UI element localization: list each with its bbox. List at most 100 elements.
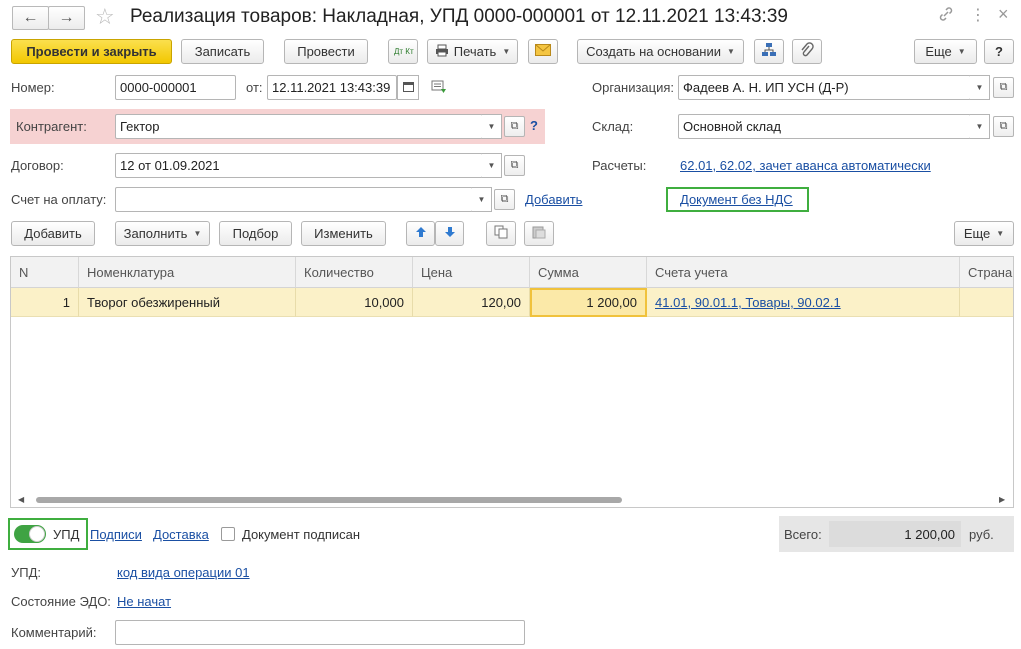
signatures-link[interactable]: Подписи <box>90 527 142 542</box>
upd-toggle[interactable] <box>14 525 46 543</box>
table-row-item[interactable]: Творог обезжиренный <box>79 288 296 317</box>
forward-button[interactable]: → <box>48 6 85 30</box>
link-icon[interactable] <box>938 6 954 27</box>
numbering-settings-icon[interactable] <box>431 80 447 97</box>
column-header-accounts[interactable]: Счета учета <box>647 257 960 288</box>
counterparty-open-button[interactable]: ⧉ <box>504 116 525 137</box>
document-signed-label: Документ подписан <box>242 527 361 542</box>
edo-status-label: Состояние ЭДО: <box>11 594 111 609</box>
total-label: Всего: <box>784 527 822 542</box>
calendar-button[interactable] <box>397 75 419 100</box>
question-icon[interactable]: ? <box>530 118 538 133</box>
table-row-price[interactable]: 120,00 <box>413 288 530 317</box>
total-value: 1 200,00 <box>829 521 961 547</box>
chevron-down-icon: ▼ <box>477 195 486 204</box>
open-form-icon: ⧉ <box>999 120 1008 132</box>
chevron-down-icon: ▼ <box>487 122 496 131</box>
invoice-field[interactable] <box>115 187 473 212</box>
table-row-sum[interactable]: 1 200,00 <box>530 288 647 317</box>
invoice-open-button[interactable]: ⧉ <box>494 189 515 210</box>
table-change-button[interactable]: Изменить <box>301 221 386 246</box>
attach-button[interactable] <box>792 39 822 64</box>
operation-code-link[interactable]: код вида операции 01 <box>117 565 250 580</box>
envelope-icon <box>535 44 551 59</box>
contract-dropdown[interactable]: ▼ <box>482 153 502 178</box>
scroll-right-icon[interactable]: ▶ <box>999 495 1005 504</box>
table-add-button[interactable]: Добавить <box>11 221 95 246</box>
post-and-close-button[interactable]: Провести и закрыть <box>11 39 172 64</box>
save-button[interactable]: Записать <box>181 39 264 64</box>
column-header-n[interactable]: N <box>11 257 79 288</box>
paste-icon <box>532 225 546 242</box>
document-signed-checkbox[interactable] <box>221 527 235 541</box>
structure-button[interactable] <box>754 39 784 64</box>
contract-open-button[interactable]: ⧉ <box>504 155 525 176</box>
close-icon[interactable]: × <box>998 4 1009 25</box>
add-invoice-link[interactable]: Добавить <box>525 192 582 207</box>
warehouse-label: Склад: <box>592 119 634 134</box>
scrollbar-thumb[interactable] <box>36 497 622 503</box>
table-row-qty[interactable]: 10,000 <box>296 288 413 317</box>
goods-table[interactable]: N Номенклатура Количество Цена Сумма Сче… <box>10 256 1014 508</box>
counterparty-dropdown[interactable]: ▼ <box>482 114 502 139</box>
counterparty-field[interactable]: Гектор <box>115 114 483 139</box>
upd-toggle-label: УПД <box>53 527 80 542</box>
currency-label: руб. <box>969 527 994 542</box>
open-form-icon: ⧉ <box>999 81 1008 93</box>
star-icon[interactable]: ☆ <box>95 4 115 30</box>
horizontal-scrollbar[interactable]: ◀ ▶ <box>12 493 1012 505</box>
invoice-dropdown[interactable]: ▼ <box>472 187 492 212</box>
email-button[interactable] <box>528 39 558 64</box>
date-label: от: <box>246 80 263 95</box>
hierarchy-icon <box>761 42 777 61</box>
more-vertical-icon[interactable]: ⋮ <box>970 5 986 25</box>
table-more-label: Еще <box>963 226 991 241</box>
warehouse-dropdown[interactable]: ▼ <box>970 114 990 139</box>
paste-button[interactable] <box>524 221 554 246</box>
column-header-price[interactable]: Цена <box>413 257 530 288</box>
column-header-country[interactable]: Страна <box>960 257 1013 288</box>
more-button[interactable]: Еще ▼ <box>914 39 977 64</box>
create-based-on-button[interactable]: Создать на основании ▼ <box>577 39 744 64</box>
more-label: Еще <box>925 44 952 59</box>
print-button[interactable]: Печать ▼ <box>427 39 518 64</box>
back-button[interactable]: ← <box>12 6 49 30</box>
accounts-link[interactable]: 41.01, 90.01.1, Товары, 90.02.1 <box>655 295 841 310</box>
move-down-button[interactable] <box>435 221 464 246</box>
edo-status-link[interactable]: Не начат <box>117 594 171 609</box>
dt-kt-button[interactable]: Дт Кт <box>388 39 418 64</box>
organization-dropdown[interactable]: ▼ <box>970 75 990 100</box>
column-header-item[interactable]: Номенклатура <box>79 257 296 288</box>
column-header-qty[interactable]: Количество <box>296 257 413 288</box>
organization-field[interactable]: Фадеев А. Н. ИП УСН (Д-Р) <box>678 75 971 100</box>
warehouse-open-button[interactable]: ⧉ <box>993 116 1014 137</box>
warehouse-field[interactable]: Основной склад <box>678 114 971 139</box>
comment-label: Комментарий: <box>11 625 97 640</box>
copy-button[interactable] <box>486 221 516 246</box>
chevron-down-icon: ▼ <box>975 83 984 92</box>
table-row-accounts[interactable]: 41.01, 90.01.1, Товары, 90.02.1 <box>647 288 960 317</box>
contract-field[interactable]: 12 от 01.09.2021 <box>115 153 483 178</box>
number-field[interactable]: 0000-000001 <box>115 75 236 100</box>
move-up-button[interactable] <box>406 221 435 246</box>
help-button[interactable]: ? <box>984 39 1014 64</box>
table-fill-button[interactable]: Заполнить ▼ <box>115 221 210 246</box>
post-button[interactable]: Провести <box>284 39 368 64</box>
chevron-down-icon: ▼ <box>726 47 735 56</box>
table-row-n[interactable]: 1 <box>11 288 79 317</box>
no-vat-link[interactable]: Документ без НДС <box>680 192 793 207</box>
chevron-down-icon: ▼ <box>957 47 966 56</box>
copy-icon <box>494 225 508 242</box>
settlements-link[interactable]: 62.01, 62.02, зачет аванса автоматически <box>680 158 931 173</box>
comment-field[interactable] <box>115 620 525 645</box>
table-pick-button[interactable]: Подбор <box>219 221 292 246</box>
date-field[interactable]: 12.11.2021 13:43:39 <box>267 75 397 100</box>
table-more-button[interactable]: Еще ▼ <box>954 221 1014 246</box>
column-header-sum[interactable]: Сумма <box>530 257 647 288</box>
scroll-left-icon[interactable]: ◀ <box>18 495 24 504</box>
chevron-down-icon: ▼ <box>193 229 202 238</box>
organization-open-button[interactable]: ⧉ <box>993 77 1014 98</box>
table-row-country[interactable] <box>960 288 1013 317</box>
delivery-link[interactable]: Доставка <box>153 527 209 542</box>
open-form-icon: ⧉ <box>510 120 519 132</box>
